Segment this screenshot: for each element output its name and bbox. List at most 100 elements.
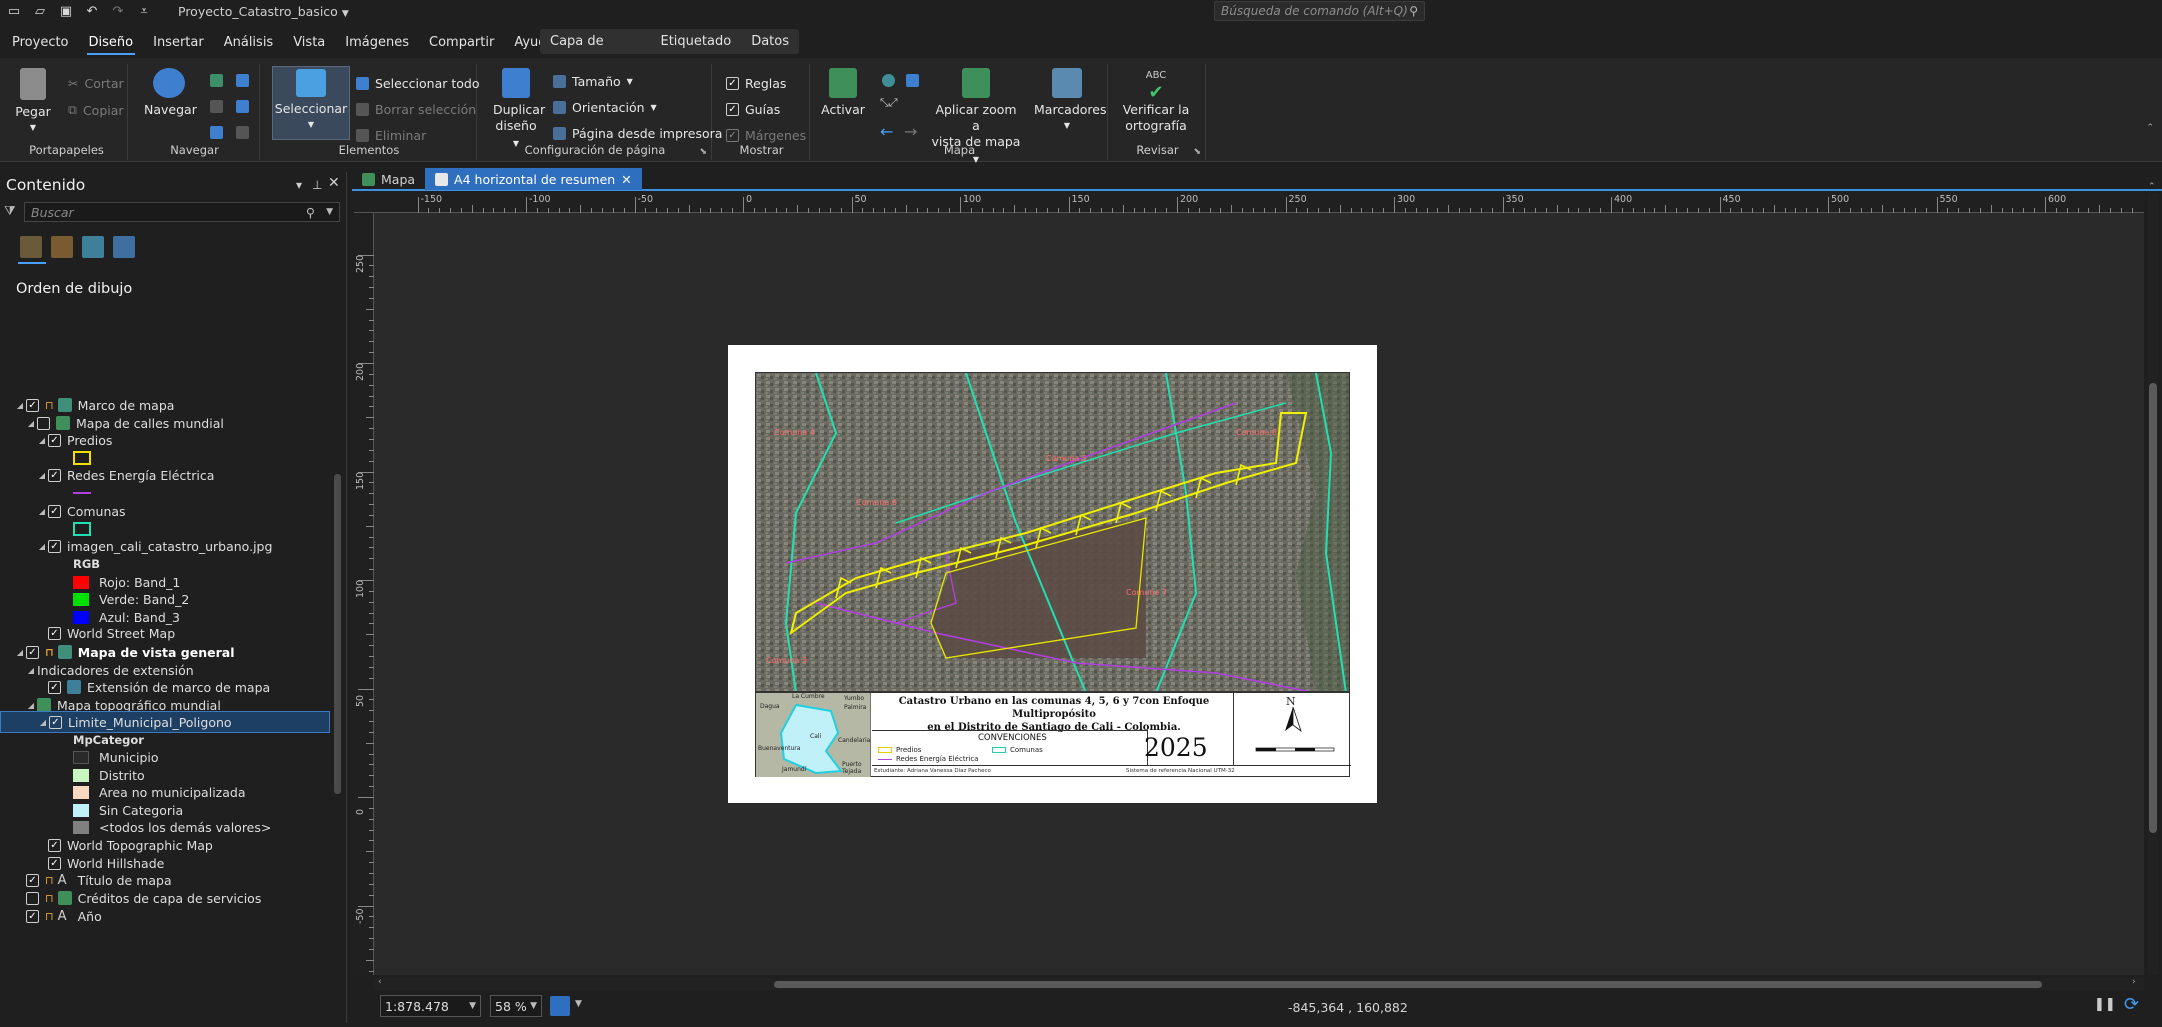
checkbox-checked-icon[interactable]: ✓ <box>48 539 61 553</box>
unlock-icon[interactable]: ⊓ <box>45 910 54 923</box>
unlock-icon[interactable]: ⊓ <box>45 892 54 905</box>
layout-info-box[interactable]: Dagua La Cumbre Yumbo Palmira Cali Cande… <box>755 692 1351 777</box>
previous-extent-icon[interactable] <box>210 126 223 139</box>
clear-selection-button[interactable]: Borrar selección <box>356 102 476 117</box>
customize-toolbar-icon[interactable]: ⩡ <box>136 4 152 19</box>
checkbox-checked-icon[interactable]: ✓ <box>48 838 61 852</box>
contents-search-input[interactable]: Buscar ⚲ ▼ <box>24 202 340 222</box>
undo-icon[interactable]: ↶ <box>84 4 100 19</box>
symbol-swatch[interactable] <box>73 820 89 834</box>
pane-scrollbar[interactable] <box>334 474 341 794</box>
orientation-button[interactable]: Orientación ▼ <box>553 100 657 115</box>
checkbox-checked-icon[interactable]: ✓ <box>49 715 62 729</box>
expand-arrow-icon[interactable]: ◢ <box>14 401 26 410</box>
redo-icon[interactable]: ↷ <box>110 4 126 19</box>
search-icon[interactable]: ⚲ <box>306 205 315 220</box>
checkbox-checked-icon[interactable]: ✓ <box>26 909 39 923</box>
selection-view-icon[interactable] <box>82 236 104 258</box>
map-frame[interactable]: Comuna 4 Comuna 5 Comuna 6 Comuna 7 Comu… <box>755 372 1350 692</box>
close-icon[interactable]: ✕ <box>621 172 631 187</box>
tab-etiquetado[interactable]: Etiquetado <box>651 29 742 55</box>
zoom-in-icon[interactable] <box>210 74 223 87</box>
new-project-icon[interactable]: ▭ <box>6 4 22 19</box>
size-button[interactable]: Tamaño ▼ <box>553 74 633 89</box>
unlock-icon[interactable]: ⊓ <box>45 646 54 659</box>
scroll-left-icon[interactable]: ‹ <box>378 977 382 987</box>
activate-button[interactable]: Activar <box>820 68 866 118</box>
margins-checkbox[interactable]: ✓ Márgenes <box>726 128 806 143</box>
refresh-icon[interactable]: ⟳ <box>2124 994 2139 1015</box>
tab-datos[interactable]: Datos <box>741 29 799 55</box>
zoom-select[interactable]: 58 % ▼ <box>490 995 542 1017</box>
tab-analisis[interactable]: Análisis <box>214 30 283 56</box>
tab-proyecto[interactable]: Proyecto <box>0 30 79 56</box>
checkbox-checked-icon[interactable]: ✓ <box>48 626 61 640</box>
paste-button[interactable]: Pegar ▼ <box>14 68 52 136</box>
filter-icon[interactable]: ⧩ <box>4 204 16 219</box>
zoom-out-icon[interactable] <box>210 100 223 113</box>
checkbox-checked-icon[interactable]: ✓ <box>48 468 61 482</box>
checkbox-unchecked-icon[interactable] <box>37 416 50 430</box>
navigate-button[interactable]: Navegar <box>144 68 197 118</box>
tab-capa-de-entidades[interactable]: Capa de entidades <box>540 29 651 75</box>
expand-arrow-icon[interactable]: ◢ <box>37 718 49 727</box>
symbol-swatch[interactable] <box>73 785 89 799</box>
close-icon[interactable]: ✕ <box>328 175 340 191</box>
checkbox-checked-icon[interactable]: ✓ <box>48 856 61 870</box>
delete-button[interactable]: Eliminar <box>356 128 426 143</box>
data-source-icon[interactable] <box>51 236 73 258</box>
command-search-input[interactable]: Búsqueda de comando (Alt+Q) ⚲ <box>1214 1 1425 21</box>
tab-mapa[interactable]: Mapa <box>352 168 425 190</box>
duplicate-layout-button[interactable]: Duplicar diseño ▼ <box>493 68 545 152</box>
copy-button[interactable]: ⧉ Copiar <box>68 102 124 118</box>
select-all-button[interactable]: Seleccionar todo <box>356 76 479 91</box>
checkbox-checked-icon[interactable]: ✓ <box>48 680 61 694</box>
globe-icon[interactable] <box>882 74 895 87</box>
symbol-swatch[interactable] <box>73 750 89 764</box>
tab-insertar[interactable]: Insertar <box>143 30 214 56</box>
back-arrow-icon[interactable]: ← <box>880 122 893 141</box>
expand-arrow-icon[interactable]: ◢ <box>25 419 37 428</box>
expand-arrow-icon[interactable]: ◢ <box>36 471 48 480</box>
checkbox-checked-icon[interactable]: ✓ <box>48 504 61 518</box>
project-name[interactable]: Proyecto_Catastro_basico ▼ <box>178 4 349 19</box>
dialog-launcher-icon[interactable]: ⬊ <box>1193 147 1201 157</box>
scale-select[interactable]: 1:878.478 ▼ <box>380 995 481 1017</box>
editing-view-icon[interactable] <box>113 236 135 258</box>
vertical-scroll-thumb[interactable] <box>2149 383 2157 833</box>
next-extent-icon[interactable] <box>236 126 249 139</box>
symbol-swatch[interactable] <box>73 592 89 606</box>
pin-icon[interactable]: ⊥ <box>312 178 322 192</box>
checkbox-checked-icon[interactable]: ✓ <box>48 433 61 447</box>
symbol-swatch[interactable] <box>73 768 89 782</box>
tab-vista[interactable]: Vista <box>283 30 335 56</box>
pane-options-icon[interactable]: ▾ <box>296 178 302 192</box>
page-width-icon[interactable] <box>236 100 249 113</box>
symbol-swatch[interactable] <box>73 492 91 494</box>
full-extent-icon[interactable] <box>236 74 249 87</box>
fixed-zoom-icon[interactable]: ⤡⤢ <box>880 96 898 110</box>
tab-diseno[interactable]: Diseño <box>79 30 144 56</box>
dialog-launcher-icon[interactable]: ⬊ <box>699 147 707 157</box>
rulers-checkbox[interactable]: ✓ Reglas <box>726 76 786 91</box>
symbol-swatch[interactable] <box>73 451 91 465</box>
chevron-down-icon[interactable]: ▼ <box>326 207 333 217</box>
chevron-down-icon[interactable]: ▼ <box>575 999 582 1009</box>
horizontal-ruler[interactable]: -150 -100 -50 0 50 100 150 200 250 300 350 400 450 50… <box>354 193 2144 213</box>
vertical-ruler[interactable]: 250 200 150 100 50 0 -50 <box>354 213 374 975</box>
expand-arrow-icon[interactable]: ◢ <box>36 436 48 445</box>
unlock-icon[interactable]: ⊓ <box>45 874 54 887</box>
symbol-swatch[interactable] <box>73 575 89 589</box>
expand-arrow-icon[interactable]: ◢ <box>25 666 37 675</box>
cut-button[interactable]: ✂ Cortar <box>68 76 124 91</box>
checkbox-checked-icon[interactable]: ✓ <box>26 873 39 887</box>
forward-arrow-icon[interactable]: → <box>904 122 917 141</box>
symbol-swatch[interactable] <box>73 803 89 817</box>
spelling-button[interactable]: ABC ✔ Verificar la ortografía <box>1118 68 1194 134</box>
scroll-up-icon[interactable]: ⌃ <box>2148 182 2156 192</box>
save-project-icon[interactable]: ▣ <box>58 4 74 19</box>
checkbox-unchecked-icon[interactable] <box>26 891 39 905</box>
symbol-swatch[interactable] <box>73 522 91 536</box>
expand-arrow-icon[interactable]: ◢ <box>25 701 37 710</box>
layer-tree-row[interactable]: ✓ ⊓ A Año <box>0 905 330 927</box>
